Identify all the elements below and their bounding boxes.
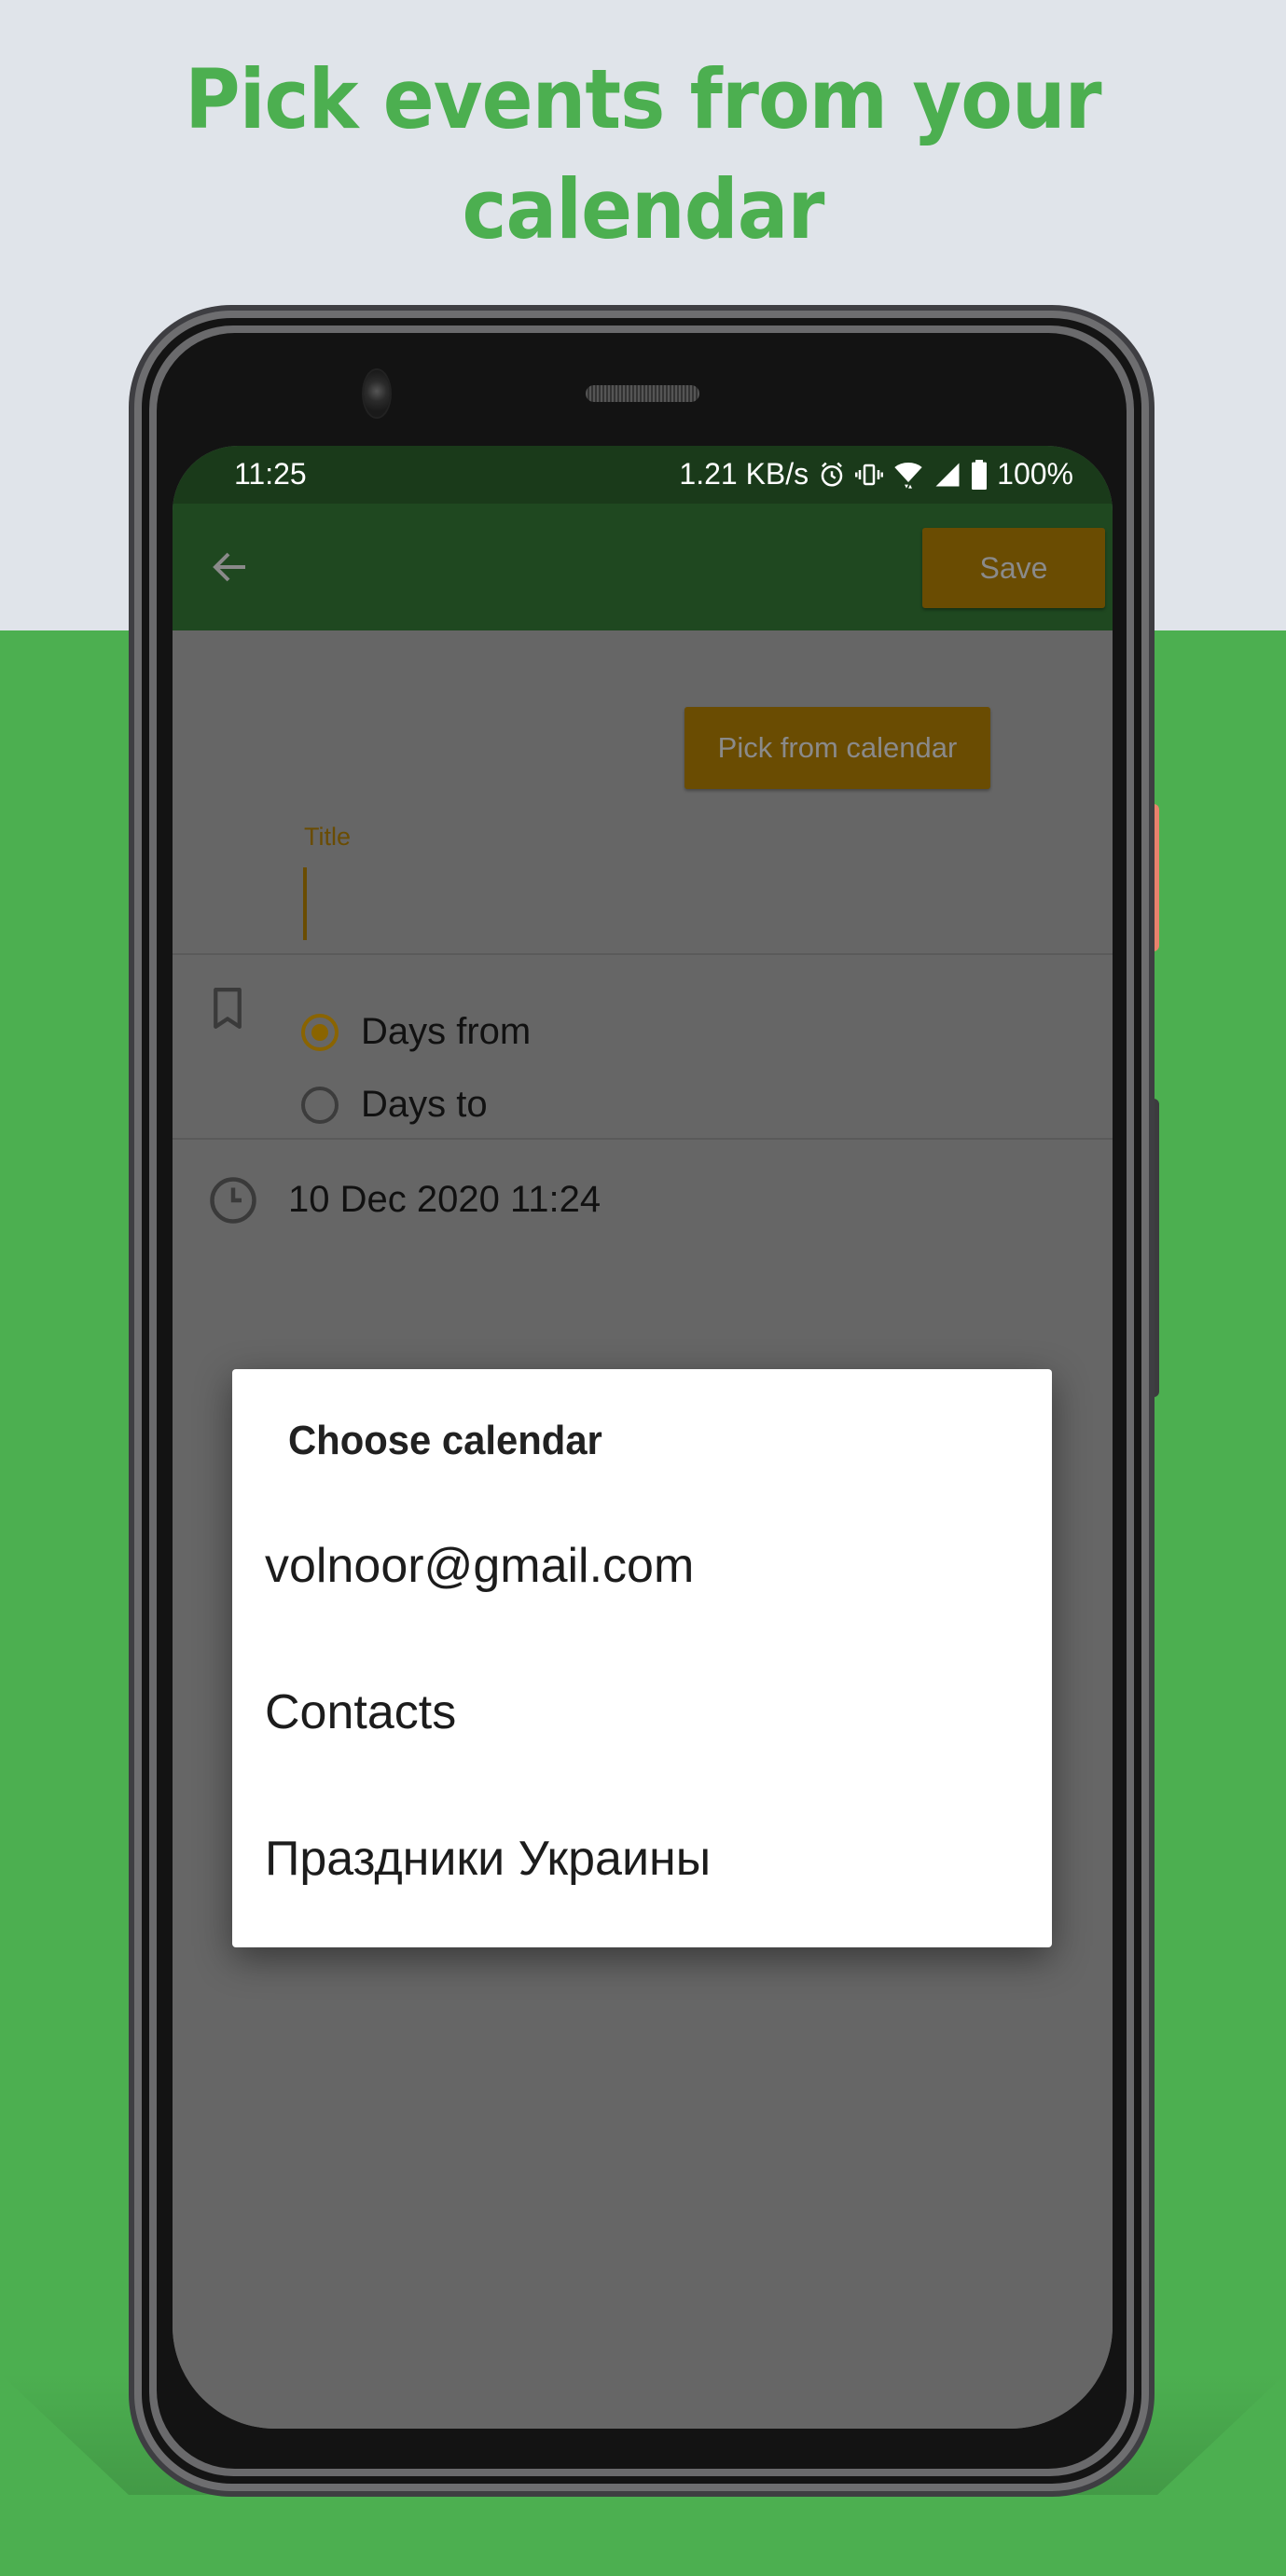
divider [173,953,1113,955]
save-button[interactable]: Save [922,528,1105,608]
radio-button-checked[interactable] [301,1013,339,1051]
radio-label: Days to [361,1084,488,1125]
status-bar: 11:25 1.21 KB/s 100% [173,446,1113,504]
pick-from-calendar-button[interactable]: Pick from calendar [684,707,990,789]
choose-calendar-dialog: Choose calendar volnoor@gmail.com Contac… [232,1369,1052,1947]
arrow-left-icon[interactable] [208,545,253,589]
calendar-option-holidays[interactable]: Праздники Украины [265,1789,1052,1929]
front-camera-icon [364,370,390,417]
alarm-icon [821,462,843,486]
radio-days-from[interactable]: Days from [301,1011,531,1053]
signal-icon [935,463,960,486]
bookmark-icon [214,988,242,1029]
clock-icon [210,1177,256,1224]
earpiece-speaker [586,385,699,402]
headline-line-1: Pick events from your [185,51,1101,147]
divider [173,1138,1113,1140]
radio-button[interactable] [301,1086,339,1124]
phone-screen: 11:25 1.21 KB/s 100% Save Pick from cale… [173,446,1113,2429]
battery-percent: 100% [997,457,1073,491]
edit-event-form: Pick from calendar Title Days from Days … [173,630,1113,2429]
title-input[interactable] [303,867,307,940]
radio-label: Days from [361,1011,532,1052]
calendar-option-gmail[interactable]: volnoor@gmail.com [265,1496,1052,1636]
headline-line-2: calendar [462,161,824,257]
wifi-icon [894,462,922,489]
battery-icon [972,459,988,490]
promo-headline: Pick events from your calendar [51,45,1235,265]
radio-days-to[interactable]: Days to [301,1084,488,1126]
network-speed: 1.21 KB/s [679,457,809,491]
calendar-option-contacts[interactable]: Contacts [265,1642,1052,1782]
status-time: 11:25 [234,457,307,491]
event-date[interactable]: 10 Dec 2020 11:24 [288,1179,601,1221]
app-toolbar: Save [173,504,1113,630]
vibrate-icon [855,464,884,485]
title-field-label: Title [304,823,352,851]
dialog-title: Choose calendar [288,1418,602,1463]
